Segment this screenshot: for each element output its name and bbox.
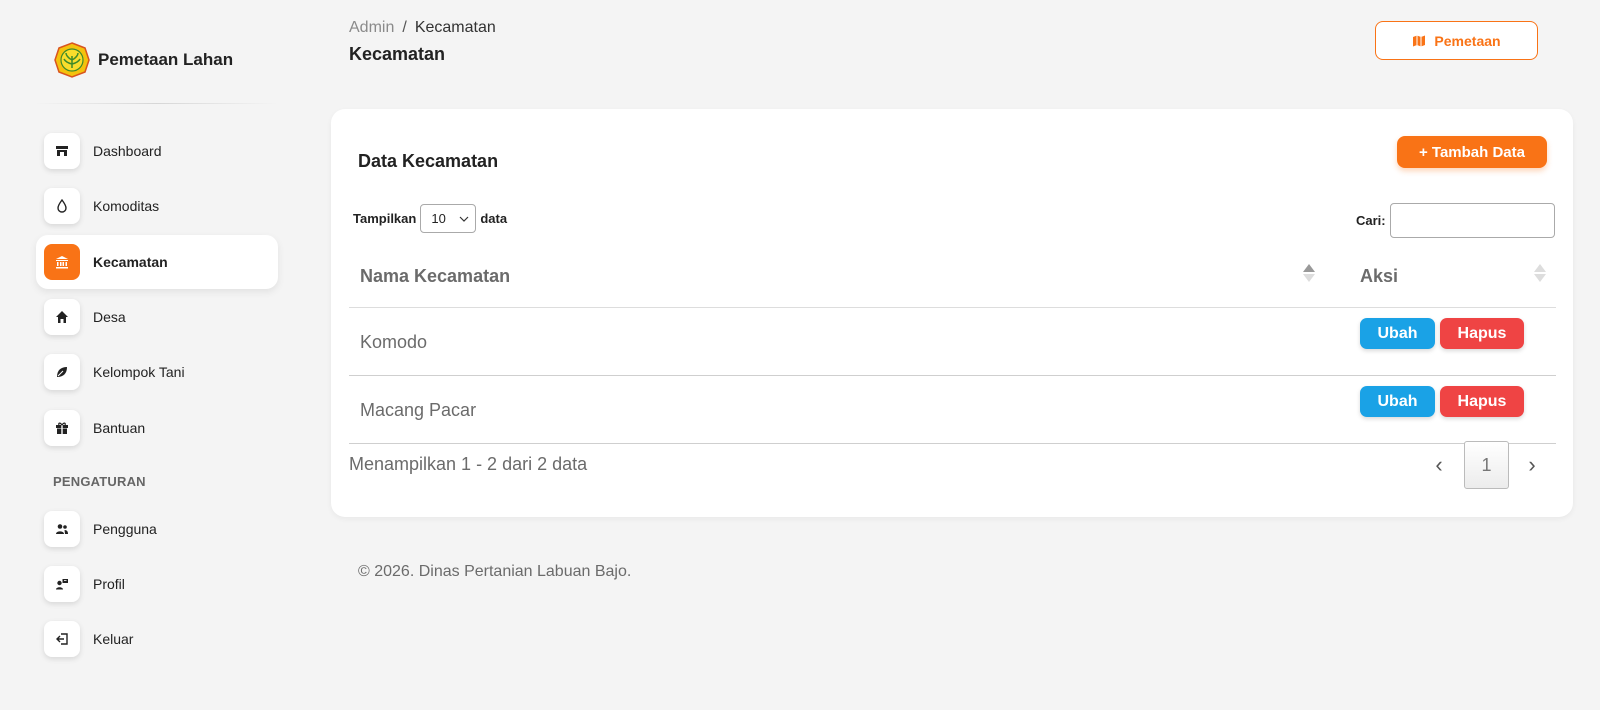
- settings-section-label: PENGATURAN: [53, 474, 146, 489]
- add-data-button[interactable]: + Tambah Data: [1397, 136, 1547, 168]
- delete-button[interactable]: Hapus: [1440, 318, 1524, 349]
- gift-icon: [44, 410, 80, 446]
- data-card: Data Kecamatan + Tambah Data Tampilkan 1…: [331, 109, 1573, 517]
- column-header-name[interactable]: Nama Kecamatan: [360, 266, 510, 287]
- sidebar-item-label: Pengguna: [93, 521, 157, 537]
- sidebar-item-profil[interactable]: Profil: [36, 557, 278, 611]
- sidebar-item-kelompok-tani[interactable]: Kelompok Tani: [36, 345, 278, 399]
- breadcrumb-separator: /: [402, 19, 407, 36]
- length-prefix: Tampilkan: [353, 211, 417, 226]
- data-table: Nama Kecamatan Aksi Komodo Ubah Hapus Ma…: [349, 246, 1556, 444]
- sidebar-item-label: Komoditas: [93, 198, 160, 214]
- breadcrumb-root[interactable]: Admin: [349, 19, 394, 36]
- sidebar-item-komoditas[interactable]: Komoditas: [36, 179, 278, 233]
- logout-icon: [44, 621, 80, 657]
- pagination-info: Menampilkan 1 - 2 dari 2 data: [349, 454, 588, 474]
- pagination-page-1[interactable]: 1: [1464, 441, 1509, 489]
- breadcrumb: Admin / Kecamatan: [349, 19, 496, 37]
- delete-button[interactable]: Hapus: [1440, 386, 1524, 417]
- search-label: Cari:: [1356, 213, 1386, 228]
- cell-name: Komodo: [360, 332, 428, 352]
- length-suffix: data: [480, 211, 508, 226]
- search-input[interactable]: [1389, 203, 1555, 238]
- table-header: Nama Kecamatan Aksi: [349, 246, 1556, 308]
- breadcrumb-current: Kecamatan: [414, 19, 496, 36]
- building-icon: [44, 244, 80, 280]
- table-row: Macang Pacar Ubah Hapus: [349, 376, 1556, 444]
- table-row: Komodo Ubah Hapus: [349, 308, 1556, 376]
- sidebar-item-label: Bantuan: [93, 420, 146, 436]
- length-value: 10: [431, 211, 446, 226]
- sidebar-item-desa[interactable]: Desa: [36, 290, 278, 344]
- sidebar-item-label: Keluar: [93, 631, 134, 647]
- map-button-label: Pemetaan: [1434, 32, 1501, 49]
- edit-button[interactable]: Ubah: [1360, 386, 1435, 417]
- sidebar-item-label: Kelompok Tani: [93, 364, 185, 380]
- edit-button[interactable]: Ubah: [1360, 318, 1435, 349]
- cell-name: Macang Pacar: [360, 400, 477, 420]
- store-icon: [44, 133, 80, 169]
- chevron-down-icon: [459, 216, 469, 222]
- sidebar-item-label: Profil: [93, 576, 125, 592]
- sidebar: Pemetaan Lahan Dashboard Komoditas Kecam…: [0, 0, 300, 710]
- home-icon: [44, 299, 80, 335]
- length-select[interactable]: 10: [420, 204, 477, 233]
- brand[interactable]: Pemetaan Lahan: [54, 42, 233, 78]
- sort-asc-icon[interactable]: [1302, 261, 1316, 285]
- sidebar-item-pengguna[interactable]: Pengguna: [36, 502, 278, 556]
- sort-icon[interactable]: [1533, 261, 1547, 285]
- sidebar-item-keluar[interactable]: Keluar: [36, 612, 278, 666]
- sidebar-item-bantuan[interactable]: Bantuan: [36, 401, 278, 455]
- pagination-prev[interactable]: ‹: [1424, 447, 1454, 483]
- brand-name: Pemetaan Lahan: [98, 50, 234, 69]
- map-icon: [1413, 35, 1426, 46]
- logo-icon: [54, 42, 90, 78]
- length-control: Tampilkan 10 data: [353, 204, 507, 233]
- column-header-aksi[interactable]: Aksi: [1360, 266, 1398, 287]
- users-icon: [44, 511, 80, 547]
- sidebar-item-label: Desa: [93, 309, 126, 325]
- page-title: Kecamatan: [349, 44, 446, 64]
- search-control: Cari:: [1356, 203, 1555, 238]
- drop-icon: [44, 188, 80, 224]
- user-tag-icon: [44, 566, 80, 602]
- footer-text: © 2026. Dinas Pertanian Labuan Bajo.: [358, 563, 632, 580]
- leaf-icon: [44, 354, 80, 390]
- sidebar-item-label: Dashboard: [93, 143, 162, 159]
- map-button[interactable]: Pemetaan: [1375, 21, 1538, 60]
- card-title: Data Kecamatan: [358, 151, 499, 171]
- pagination-next[interactable]: ›: [1517, 447, 1547, 483]
- sidebar-item-kecamatan[interactable]: Kecamatan: [36, 235, 278, 289]
- sidebar-item-label: Kecamatan: [93, 254, 168, 270]
- sidebar-item-dashboard[interactable]: Dashboard: [36, 124, 278, 178]
- brand-divider: [34, 103, 278, 104]
